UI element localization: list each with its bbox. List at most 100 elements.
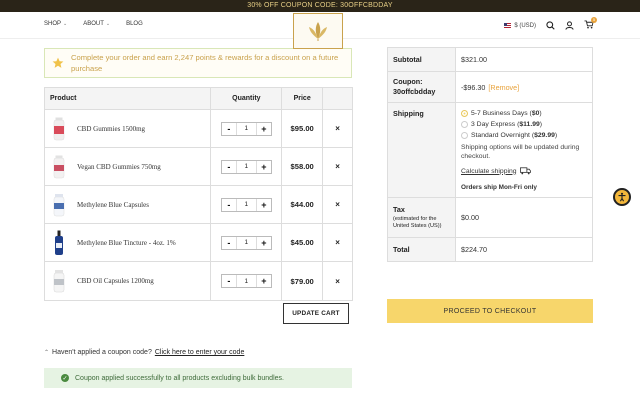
update-cart-button[interactable]: UPDATE CART [283,303,349,324]
header-product: Product [45,88,212,109]
coupon-row: Coupon: 30offcbdday -$96.30 [Remove] [388,72,592,103]
table-row: Methylene Blue Tincture - 4oz. 1% - 1 + … [45,224,352,262]
product-thumbnail[interactable] [50,192,68,218]
points-text: Complete your order and earn 2,247 point… [71,53,339,73]
remove-item-button[interactable]: × [323,262,352,300]
quantity-stepper: - 1 + [220,274,272,288]
increase-qty-button[interactable]: + [256,275,271,287]
site-header: SHOP ⌄ ABOUT ⌄ BLOG $ (USD) 5 [0,12,640,49]
quantity-cell: - 1 + [211,110,283,147]
search-icon[interactable] [546,21,555,30]
proceed-to-checkout-button[interactable]: PROCEED TO CHECKOUT [387,299,593,323]
shipping-note: Shipping options will be updated during … [461,144,580,160]
product-name[interactable]: Methylene Blue Capsules [77,201,149,209]
coupon-toggle: ⌃ Haven't applied a coupon code? Click h… [44,349,244,356]
product-thumbnail[interactable] [50,154,68,180]
quantity-cell: - 1 + [211,148,283,185]
product-thumbnail[interactable] [50,230,68,256]
remove-item-button[interactable]: × [323,148,352,185]
product-cell: CBD Gummies 1500mg [45,110,212,147]
quantity-stepper: - 1 + [220,197,272,212]
product-thumbnail[interactable] [50,268,68,294]
user-icon[interactable] [565,21,574,30]
accessibility-icon[interactable] [613,188,631,206]
nav-shop-label: SHOP [44,21,62,27]
coupon-prompt: Haven't applied a coupon code? [52,349,152,356]
checkmark-icon: ✓ [61,374,69,382]
total-label: Total [388,238,456,261]
quantity-stepper: - 1 + [220,235,272,250]
calculate-shipping-link[interactable]: Calculate shipping [461,167,587,175]
radio-unselected[interactable] [461,132,468,139]
option-price: $11.99 [519,121,540,128]
currency-selector[interactable]: $ (USD) [504,23,536,29]
product-name[interactable]: CBD Gummies 1500mg [77,125,145,133]
item-price: $79.00 [282,262,324,300]
remove-item-button[interactable]: × [323,224,352,261]
total-row: Total $224.70 [388,238,592,261]
quantity-cell: - 1 + [211,262,283,300]
decrease-qty-button[interactable]: - [221,160,236,173]
radio-unselected[interactable] [461,121,468,128]
us-flag-icon [504,23,512,28]
decrease-qty-button[interactable]: - [221,275,236,287]
site-logo[interactable] [293,13,343,49]
product-cell: CBD Oil Capsules 1200mg [45,262,212,300]
quantity-input[interactable]: 1 [235,198,257,211]
header-price: Price [282,88,324,109]
ship-days-note: Orders ship Mon-Fri only [461,184,537,191]
enter-coupon-link[interactable]: Click here to enter your code [155,349,245,356]
product-name[interactable]: Vegan CBD Gummies 750mg [77,163,161,171]
product-cell: Methylene Blue Tincture - 4oz. 1% [45,224,212,261]
cart-table: Product Quantity Price CBD Gummies 1500m… [44,87,353,301]
cart-button[interactable]: 5 [584,17,597,31]
nav-shop[interactable]: SHOP ⌄ [44,21,67,27]
product-thumbnail[interactable] [50,116,68,142]
shipping-label: Shipping [388,103,456,197]
remove-item-button[interactable]: × [323,186,352,223]
product-name[interactable]: CBD Oil Capsules 1200mg [77,277,154,285]
coupon-discount: -$96.30 [461,82,486,92]
remove-coupon-link[interactable]: [Remove] [488,83,519,92]
shipping-options: 5-7 Business Days ($0) 3 Day Express ($1… [456,103,592,197]
shipping-option-express[interactable]: 3 Day Express ($11.99) [461,121,587,128]
quantity-input[interactable]: 1 [235,236,257,249]
increase-qty-button[interactable]: + [256,236,271,249]
quantity-input[interactable]: 1 [235,122,257,135]
option-suffix: ) [539,110,542,117]
product-cell: Methylene Blue Capsules [45,186,212,223]
promo-bar: 30% OFF COUPON CODE: 30OFFCBDDAY [0,0,640,12]
table-row: Vegan CBD Gummies 750mg - 1 + $58.00 × [45,148,352,186]
option-price: $29.99 [534,132,555,139]
remove-item-button[interactable]: × [323,110,352,147]
quantity-input[interactable]: 1 [235,275,257,287]
option-label: 5-7 Business Days ( [471,110,532,117]
increase-qty-button[interactable]: + [256,198,271,211]
increase-qty-button[interactable]: + [256,160,271,173]
shipping-option-standard[interactable]: 5-7 Business Days ($0) [461,110,587,117]
cart-table-header: Product Quantity Price [45,88,352,110]
product-name[interactable]: Methylene Blue Tincture - 4oz. 1% [77,239,176,247]
option-label: 3 Day Express ( [471,121,520,128]
decrease-qty-button[interactable]: - [221,236,236,249]
shipping-option-overnight[interactable]: Standard Overnight ($29.99) [461,132,587,139]
nav-about[interactable]: ABOUT ⌄ [83,21,110,27]
item-price: $44.00 [282,186,324,223]
nav-blog[interactable]: BLOG [126,21,143,27]
order-summary: Subtotal $321.00 Coupon: 30offcbdday -$9… [387,47,593,262]
quantity-input[interactable]: 1 [235,160,257,173]
option-suffix: ) [539,121,543,128]
subtotal-label: Subtotal [388,48,456,71]
total-value: $224.70 [461,245,487,254]
item-price: $95.00 [282,110,324,147]
radio-selected[interactable] [461,110,468,117]
coupon-label: Coupon: 30offcbdday [388,72,456,102]
decrease-qty-button[interactable]: - [221,122,236,135]
quantity-cell: - 1 + [211,186,283,223]
tax-label-cell: Tax (estimated for the United States (US… [388,198,456,237]
promo-text: 30% OFF COUPON CODE: 30OFFCBDDAY [247,2,393,9]
decrease-qty-button[interactable]: - [221,198,236,211]
currency-label: $ (USD) [514,22,536,29]
option-price: $0 [531,110,540,117]
increase-qty-button[interactable]: + [256,122,271,135]
